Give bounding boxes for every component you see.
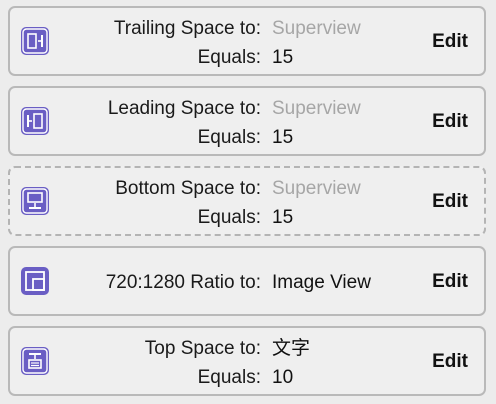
target-value: 文字 xyxy=(272,338,311,359)
edit-button[interactable]: Edit xyxy=(432,190,468,214)
equals-label: Equals: xyxy=(197,47,261,68)
edit-button[interactable]: Edit xyxy=(432,270,468,294)
constant-value: 15 xyxy=(272,127,294,148)
constraint-top-space[interactable]: Top Space to: 文字 Equals: 10 Edit xyxy=(8,326,486,396)
target-value: Image View xyxy=(272,272,371,293)
constant-value: 10 xyxy=(272,367,294,388)
relation-label: Trailing Space to: xyxy=(113,18,261,39)
edit-button[interactable]: Edit xyxy=(432,30,468,54)
relation-label: Top Space to: xyxy=(144,338,261,359)
constraint-bottom-space[interactable]: Bottom Space to: Superview Equals: 15 Ed… xyxy=(8,166,486,236)
equals-label: Equals: xyxy=(197,207,261,228)
target-value: Superview xyxy=(272,178,361,199)
equals-label: Equals: xyxy=(197,127,261,148)
relation-label: Leading Space to: xyxy=(107,98,261,119)
target-value: Superview xyxy=(272,98,361,119)
constant-value: 15 xyxy=(272,207,294,228)
constraint-trailing-space[interactable]: Trailing Space to: Superview Equals: 15 … xyxy=(8,6,486,76)
relation-label: 720:1280 Ratio to: xyxy=(105,272,261,293)
relation-label: Bottom Space to: xyxy=(115,178,261,199)
constraint-leading-space[interactable]: Leading Space to: Superview Equals: 15 E… xyxy=(8,86,486,156)
constant-value: 15 xyxy=(272,47,294,68)
constraint-aspect-ratio[interactable]: 720:1280 Ratio to: Image View Edit xyxy=(8,246,486,316)
target-value: Superview xyxy=(272,18,361,39)
edit-button[interactable]: Edit xyxy=(432,110,468,134)
constraints-list: Trailing Space to: Superview Equals: 15 … xyxy=(0,0,496,404)
edit-button[interactable]: Edit xyxy=(432,350,468,374)
equals-label: Equals: xyxy=(197,367,261,388)
